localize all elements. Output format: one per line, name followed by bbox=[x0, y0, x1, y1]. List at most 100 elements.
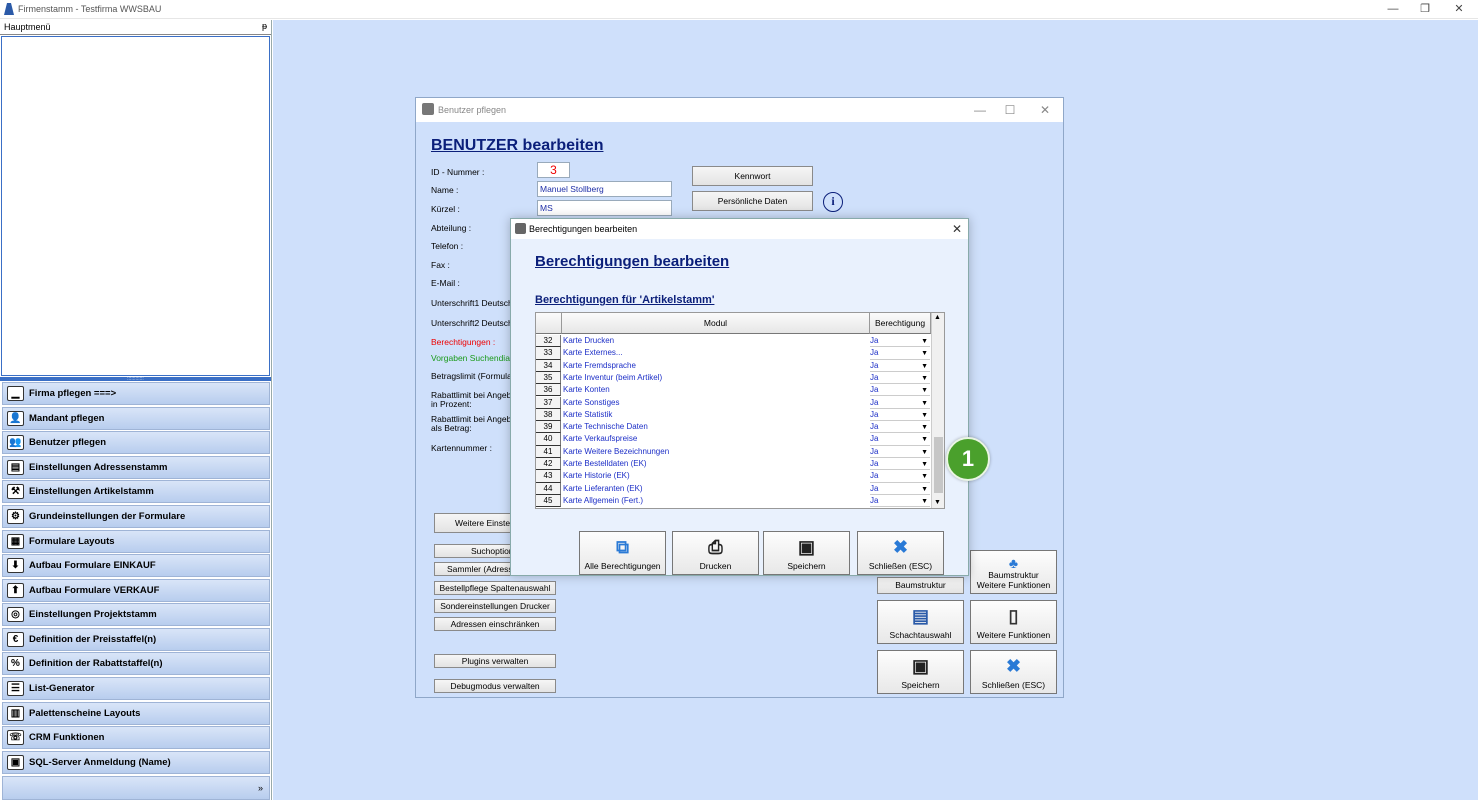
drucken-button[interactable]: ⎙ Drucken bbox=[672, 531, 759, 575]
nav-rabattstaffel[interactable]: % Definition der Rabattstaffel(n) bbox=[2, 652, 270, 675]
permission-select[interactable]: Ja ▼ bbox=[870, 372, 930, 385]
debugmodus-button[interactable]: Debugmodus verwalten bbox=[434, 679, 556, 693]
dropdown-arrow-icon[interactable]: ▼ bbox=[921, 348, 928, 360]
pin-icon[interactable]: ᵽ bbox=[262, 21, 267, 31]
nav-formulare-layouts[interactable]: ▦ Formulare Layouts bbox=[2, 530, 270, 553]
table-row[interactable]: 37 Karte Sonstiges Ja ▼ bbox=[536, 396, 931, 409]
bestellpflege-button[interactable]: Bestellpflege Spaltenauswahl bbox=[434, 581, 556, 595]
permission-select[interactable]: Ja ▼ bbox=[870, 495, 930, 508]
dropdown-arrow-icon[interactable]: ▼ bbox=[921, 484, 928, 496]
dropdown-arrow-icon[interactable]: ▼ bbox=[921, 447, 928, 459]
table-row[interactable]: 38 Karte Statistik Ja ▼ bbox=[536, 408, 931, 422]
permission-select[interactable]: Ja ▼ bbox=[870, 433, 930, 446]
nav-benutzer-pflegen[interactable]: 👥 Benutzer pflegen bbox=[2, 431, 270, 454]
table-row[interactable]: 45 Karte Allgemein (Fert.) Ja ▼ bbox=[536, 494, 931, 508]
users-icon: 👥 bbox=[7, 435, 24, 450]
dropdown-arrow-icon[interactable]: ▼ bbox=[921, 434, 928, 446]
berechtigungen-label[interactable]: Berechtigungen : bbox=[431, 337, 495, 347]
speichern-button[interactable]: ▣ Speichern bbox=[877, 650, 964, 694]
dialog-schliessen-button[interactable]: ✖ Schließen (ESC) bbox=[857, 531, 944, 575]
baumstruktur-weitere-button[interactable]: ♣ Baumstruktur Weitere Funktionen bbox=[970, 550, 1057, 594]
table-row[interactable]: 36 Karte Konten Ja ▼ bbox=[536, 384, 931, 397]
nav-grundeinstellungen-formulare[interactable]: ⚙ Grundeinstellungen der Formulare bbox=[2, 505, 270, 528]
nav-artikelstamm[interactable]: ⚒ Einstellungen Artikelstamm bbox=[2, 480, 270, 503]
alle-berechtigungen-button[interactable]: ⧉ Alle Berechtigungen bbox=[579, 531, 666, 575]
scroll-down-icon[interactable]: ▼ bbox=[934, 499, 941, 506]
nav-mandant-pflegen[interactable]: 👤 Mandant pflegen bbox=[2, 407, 270, 430]
dropdown-arrow-icon[interactable]: ▼ bbox=[921, 471, 928, 483]
dropdown-arrow-icon[interactable]: ▼ bbox=[921, 410, 928, 422]
table-row[interactable]: 34 Karte Fremdsprache Ja ▼ bbox=[536, 359, 931, 372]
table-row[interactable]: 44 Karte Lieferanten (EK) Ja ▼ bbox=[536, 482, 931, 495]
nav-preisstaffel[interactable]: € Definition der Preisstaffel(n) bbox=[2, 628, 270, 651]
dialog-heading: Berechtigungen bearbeiten bbox=[535, 253, 730, 270]
permission-select[interactable]: Ja ▼ bbox=[870, 458, 930, 471]
permission-select[interactable]: Ja ▼ bbox=[870, 470, 930, 483]
restore-button[interactable]: ❐ bbox=[1410, 2, 1440, 17]
dialog-speichern-button[interactable]: ▣ Speichern bbox=[763, 531, 850, 575]
permission-select[interactable]: Ja ▼ bbox=[870, 384, 930, 397]
info-icon[interactable]: i bbox=[823, 192, 843, 212]
permission-select[interactable]: Ja ▼ bbox=[870, 421, 930, 434]
permission-select[interactable]: Ja ▼ bbox=[870, 360, 930, 372]
nav-crm-funktionen[interactable]: ☏ CRM Funktionen bbox=[2, 726, 270, 749]
weitere-funktionen-button[interactable]: ▯ Weitere Funktionen bbox=[970, 600, 1057, 644]
table-row[interactable]: 32 Karte Drucken Ja ▼ bbox=[536, 335, 931, 348]
permission-select[interactable]: Ja ▼ bbox=[870, 446, 930, 458]
scroll-up-icon[interactable]: ▲ bbox=[934, 314, 941, 321]
schachtauswahl-button[interactable]: ▤ Schachtauswahl bbox=[877, 600, 964, 644]
dropdown-arrow-icon[interactable]: ▼ bbox=[921, 422, 928, 434]
dropdown-arrow-icon[interactable]: ▼ bbox=[921, 336, 928, 348]
maximize-button[interactable]: ☐ bbox=[996, 101, 1024, 119]
sondereinstellungen-drucker-button[interactable]: Sondereinstellungen Drucker bbox=[434, 599, 556, 613]
column-header-modul[interactable]: Modul bbox=[562, 313, 870, 334]
kuerzel-field[interactable]: MS bbox=[537, 200, 672, 216]
dropdown-arrow-icon[interactable]: ▼ bbox=[921, 496, 928, 508]
persoenliche-daten-button[interactable]: Persönliche Daten bbox=[692, 191, 813, 211]
table-row[interactable]: 43 Karte Historie (EK) Ja ▼ bbox=[536, 470, 931, 483]
dropdown-arrow-icon[interactable]: ▼ bbox=[921, 373, 928, 385]
nav-adressenstamm[interactable]: ▤ Einstellungen Adressenstamm bbox=[2, 456, 270, 479]
table-row[interactable]: 35 Karte Inventur (beim Artikel) Ja ▼ bbox=[536, 371, 931, 385]
permissions-grid[interactable]: Modul Berechtigung 32 Karte Drucken Ja ▼ 33 K… bbox=[535, 312, 945, 509]
nav-projektstamm[interactable]: ◎ Einstellungen Projektstamm bbox=[2, 603, 270, 626]
nav-expand-button[interactable]: » bbox=[2, 776, 270, 800]
minimize-button[interactable]: — bbox=[1378, 2, 1408, 17]
adressen-einschraenken-button[interactable]: Adressen einschränken bbox=[434, 617, 556, 631]
dropdown-arrow-icon[interactable]: ▼ bbox=[921, 385, 928, 397]
permission-select[interactable]: Ja ▼ bbox=[870, 397, 930, 409]
id-field[interactable]: 3 bbox=[537, 162, 570, 178]
close-button[interactable]: ✕ bbox=[1031, 101, 1059, 119]
name-field[interactable]: Manuel Stollberg bbox=[537, 181, 672, 197]
nav-formulare-einkauf[interactable]: ⬇ Aufbau Formulare EINKAUF bbox=[2, 554, 270, 577]
main-menu-tree[interactable] bbox=[1, 36, 270, 376]
permission-select[interactable]: Ja ▼ bbox=[870, 409, 930, 422]
dropdown-arrow-icon[interactable]: ▼ bbox=[921, 459, 928, 471]
minimize-button[interactable]: — bbox=[966, 101, 994, 119]
table-row[interactable]: 39 Karte Technische Daten Ja ▼ bbox=[536, 421, 931, 434]
column-header-berechtigung[interactable]: Berechtigung bbox=[870, 313, 931, 334]
nav-firma-pflegen[interactable]: ▁ Firma pflegen ===> bbox=[2, 382, 270, 405]
permission-select[interactable]: Ja ▼ bbox=[870, 335, 930, 348]
dialog-close-button[interactable]: ✕ bbox=[952, 222, 962, 236]
schliessen-button[interactable]: ✖ Schließen (ESC) bbox=[970, 650, 1057, 694]
nav-formulare-verkauf[interactable]: ⬆ Aufbau Formulare VERKAUF bbox=[2, 579, 270, 602]
table-row[interactable]: 41 Karte Weitere Bezeichnungen Ja ▼ bbox=[536, 445, 931, 458]
nav-sql-server[interactable]: ▣ SQL-Server Anmeldung (Name) bbox=[2, 751, 270, 774]
plugins-verwalten-button[interactable]: Plugins verwalten bbox=[434, 654, 556, 668]
nav-palettenscheine[interactable]: ▥ Palettenscheine Layouts bbox=[2, 702, 270, 725]
close-app-button[interactable]: ✕ bbox=[1444, 2, 1474, 17]
table-row[interactable]: 33 Karte Externes... Ja ▼ bbox=[536, 347, 931, 360]
dropdown-arrow-icon[interactable]: ▼ bbox=[921, 361, 928, 373]
permission-select[interactable]: Ja ▼ bbox=[870, 483, 930, 495]
vorgaben-label[interactable]: Vorgaben Suchendial bbox=[431, 353, 512, 363]
splitter-grip[interactable]: :::::::::::: bbox=[0, 377, 271, 382]
scrollbar-thumb[interactable] bbox=[934, 437, 943, 493]
baumstruktur-button[interactable]: Baumstruktur bbox=[877, 577, 964, 594]
table-row[interactable]: 40 Karte Verkaufspreise Ja ▼ bbox=[536, 433, 931, 446]
permission-select[interactable]: Ja ▼ bbox=[870, 347, 930, 360]
nav-list-generator[interactable]: ☰ List-Generator bbox=[2, 677, 270, 700]
dropdown-arrow-icon[interactable]: ▼ bbox=[921, 398, 928, 410]
table-row[interactable]: 42 Karte Bestelldaten (EK) Ja ▼ bbox=[536, 458, 931, 471]
kennwort-button[interactable]: Kennwort bbox=[692, 166, 813, 186]
